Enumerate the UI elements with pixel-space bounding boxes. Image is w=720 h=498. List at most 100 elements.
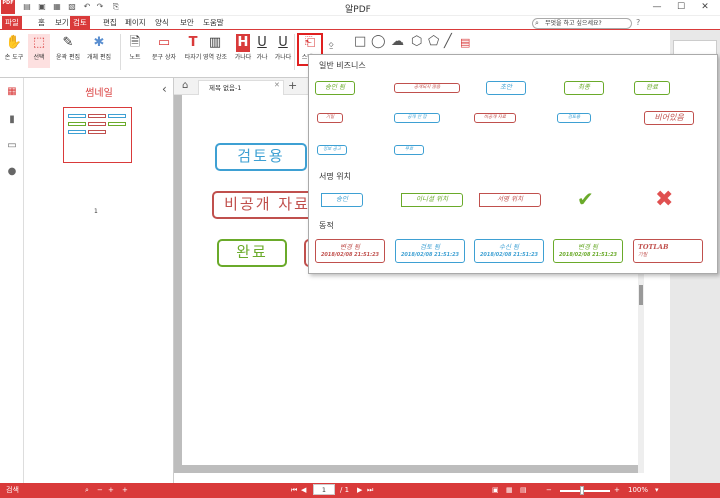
document-tab[interactable]: 제목 없음-1: [198, 80, 284, 95]
object-edit-button[interactable]: ✱ 개체 편집: [87, 34, 111, 61]
dynamic-stamp-option[interactable]: TOTLAB 기밀: [633, 239, 703, 263]
dynamic-stamp-option[interactable]: 검토 됨 2018/02/08 21:51:23: [395, 239, 465, 263]
stamp-option[interactable]: 정보 공고: [317, 145, 347, 155]
page-number-input[interactable]: 1: [313, 484, 335, 495]
minimize-icon[interactable]: —: [648, 1, 666, 14]
new-tab-icon[interactable]: +: [288, 79, 297, 92]
close-icon[interactable]: ✕: [696, 1, 714, 14]
export-icon[interactable]: ⎘: [111, 2, 121, 12]
first-page-icon[interactable]: ⏮: [291, 484, 297, 496]
dynamic-stamp-option[interactable]: 변경 됨 2018/02/08 21:51:23: [553, 239, 623, 263]
dynamic-stamp-option[interactable]: 변경 됨 2018/02/08 21:51:23: [315, 239, 385, 263]
fit-width-icon[interactable]: ▦: [506, 484, 513, 496]
undo-icon[interactable]: ↶: [82, 2, 92, 12]
stamp-option[interactable]: 비공개 자료: [474, 113, 516, 123]
comment-icon[interactable]: ▭: [6, 140, 18, 152]
outline-edit-button[interactable]: ✎ 윤곽 편집: [56, 34, 80, 61]
help-icon[interactable]: ?: [636, 18, 640, 27]
comment-list-icon[interactable]: ▤: [460, 36, 470, 49]
save-icon[interactable]: ▣: [37, 2, 47, 12]
document-stamp[interactable]: 완료: [217, 239, 287, 267]
select-button[interactable]: ⬚ 선택: [28, 34, 50, 68]
scrollbar-thumb[interactable]: [639, 285, 643, 305]
thumbnail-panel-icon[interactable]: ▦: [6, 86, 18, 98]
zoom-slider-minus-icon[interactable]: −: [546, 484, 552, 496]
rectangle-icon[interactable]: □: [354, 34, 366, 49]
stamp-option[interactable]: 기밀: [317, 113, 343, 123]
highlight-icon: H: [236, 34, 250, 52]
cloud-icon[interactable]: ☁: [391, 34, 404, 49]
hexagon-icon[interactable]: ⬡: [411, 34, 422, 49]
cross-mark-icon[interactable]: ✖: [655, 187, 673, 212]
ellipse-icon[interactable]: ◯: [371, 34, 386, 49]
section-general-business: 일반 비즈니스: [319, 61, 366, 70]
underline2-button[interactable]: U 가나다: [272, 34, 294, 61]
open-icon[interactable]: ▤: [22, 2, 32, 12]
menu-edit[interactable]: 편집: [100, 16, 120, 30]
stamp-option[interactable]: 승인: [321, 193, 363, 207]
stamp-option[interactable]: 공개 안 함: [394, 113, 440, 123]
document-stamp[interactable]: 검토용: [215, 143, 307, 171]
bookmark-icon[interactable]: ▮: [6, 114, 18, 126]
document-stamp[interactable]: 비공개 자료: [212, 191, 322, 219]
stamp-option[interactable]: 이니셜 위치: [401, 193, 463, 207]
page-thumbnail[interactable]: [63, 107, 132, 163]
stamp-option[interactable]: 비어있음: [644, 111, 694, 125]
single-page-icon[interactable]: ▤: [520, 484, 527, 496]
stamp-option[interactable]: 공개되지 않음: [394, 83, 460, 93]
last-page-icon[interactable]: ⏭: [367, 484, 373, 496]
textbox-icon: ▭: [157, 35, 171, 50]
underline2-icon: U: [278, 35, 288, 50]
menu-page[interactable]: 페이지: [122, 16, 149, 30]
textbox-button[interactable]: ▭ 문구 상자: [152, 34, 176, 61]
dynamic-stamp-option[interactable]: 수신 됨 2018/02/08 21:51:23: [474, 239, 544, 263]
zoom-in-alt-icon[interactable]: +: [122, 484, 128, 496]
search-panel-icon[interactable]: ●: [6, 166, 18, 178]
prev-page-icon[interactable]: ◀: [301, 484, 306, 496]
zoom-slider[interactable]: [560, 490, 610, 492]
check-mark-icon[interactable]: ✔: [577, 187, 594, 211]
zoom-slider-handle[interactable]: [580, 486, 584, 495]
zoom-slider-plus-icon[interactable]: +: [614, 484, 620, 496]
section-dynamic: 동적: [319, 221, 334, 230]
home-tab-icon[interactable]: ⌂: [182, 80, 188, 91]
maximize-icon[interactable]: ☐: [672, 1, 690, 14]
menu-form[interactable]: 양식: [152, 16, 172, 30]
line-icon[interactable]: ╱: [444, 34, 452, 49]
add-stamp-icon[interactable]: ⍚: [328, 36, 335, 51]
zoom-search-icon[interactable]: ⌕: [85, 484, 89, 496]
menu-view[interactable]: 보기: [52, 16, 72, 30]
menu-home[interactable]: 홈: [35, 16, 48, 30]
next-page-icon[interactable]: ▶: [357, 484, 362, 496]
typewriter-icon: T: [188, 35, 198, 50]
zoom-out-icon[interactable]: −: [97, 484, 103, 496]
thumb-stamp: [68, 130, 86, 134]
menu-file[interactable]: 파일: [2, 16, 22, 30]
stamp-option[interactable]: 무효: [394, 145, 424, 155]
print-icon[interactable]: ▦: [52, 2, 62, 12]
collapse-panel-icon[interactable]: ‹: [162, 82, 167, 96]
menu-security[interactable]: 보안: [177, 16, 197, 30]
search-input[interactable]: 무엇을 하고 싶으세요?: [532, 18, 632, 29]
zoom-dropdown-icon[interactable]: ▾: [655, 484, 659, 496]
menu-help[interactable]: 도움말: [200, 16, 227, 30]
status-search-label[interactable]: 검색: [6, 484, 19, 496]
stamp-option[interactable]: 초안: [486, 81, 526, 95]
note-button[interactable]: 🗎 노트: [124, 34, 146, 61]
redo-icon[interactable]: ↷: [95, 2, 105, 12]
stamp-option[interactable]: 승인 됨: [315, 81, 355, 95]
tab-close-icon[interactable]: ✕: [274, 81, 280, 89]
stamp-option[interactable]: 최종: [564, 81, 604, 95]
app-logo: PDF: [1, 0, 15, 14]
area-highlight-button[interactable]: ▥ 영역 강조: [203, 34, 227, 61]
stamp-option[interactable]: 검토용: [557, 113, 591, 123]
zoom-level[interactable]: 100%: [628, 484, 648, 496]
menu-review[interactable]: 검토: [70, 16, 90, 30]
fit-page-icon[interactable]: ▣: [492, 484, 499, 496]
underline-icon: U: [257, 35, 267, 50]
stamp-option[interactable]: 서명 위치: [479, 193, 541, 207]
stamp-option[interactable]: 완료: [634, 81, 670, 95]
polygon-icon[interactable]: ⬠: [428, 34, 439, 49]
files-icon[interactable]: ▧: [67, 2, 77, 12]
zoom-in-icon[interactable]: +: [108, 484, 114, 496]
